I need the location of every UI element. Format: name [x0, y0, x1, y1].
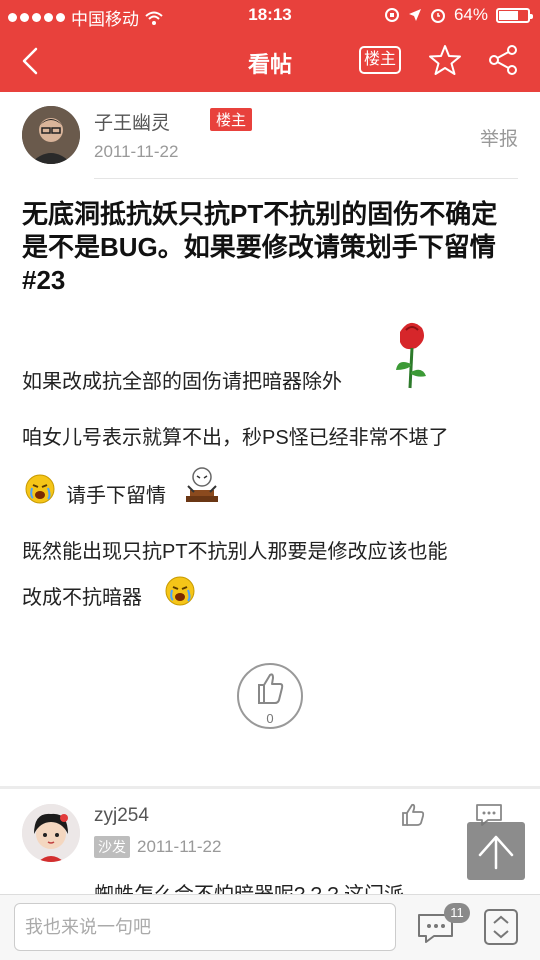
post-line-5: 改成不抗暗器 — [22, 587, 142, 609]
owner-badge: 楼主 — [210, 108, 253, 131]
comment-count-badge: 11 — [444, 903, 470, 923]
like-button[interactable]: 0 — [237, 663, 303, 729]
page-jump-button[interactable] — [484, 909, 518, 945]
post-line-2: 咱女儿号表示就算不出，秒PS怪已经非常不堪了 — [22, 427, 449, 449]
crying-emoticon — [165, 576, 195, 606]
floor-badge: 沙发 — [94, 836, 130, 858]
post-author: 子王幽灵 楼主 2011-11-22 举报 — [22, 106, 518, 178]
battery-icon — [496, 7, 533, 23]
reply-date: 2011-11-22 — [137, 837, 222, 856]
section-separator — [0, 786, 540, 789]
divider — [94, 178, 518, 179]
nav-bar: 看帖 楼主 — [0, 30, 540, 92]
thumbs-up-icon — [258, 673, 284, 704]
reply-avatar[interactable] — [22, 804, 80, 862]
crying-emoticon — [25, 474, 55, 504]
post-line-3: 请手下留情 — [66, 485, 166, 507]
scroll-to-top-button[interactable] — [467, 822, 525, 880]
reply-author-name[interactable]: zyj254 — [94, 805, 149, 827]
status-bar: 中国移动 18:13 64% — [0, 0, 540, 30]
post-line-4: 既然能出现只抗PT不抗别人那要是修改应该也能 — [22, 541, 448, 563]
reply-input[interactable] — [14, 903, 396, 951]
bowing-emoticon — [186, 467, 218, 502]
avatar[interactable] — [22, 106, 80, 164]
arrow-up-icon — [478, 835, 514, 870]
location-icon — [408, 9, 421, 21]
report-link[interactable]: 举报 — [480, 124, 518, 151]
star-icon[interactable] — [428, 43, 462, 77]
post-title: 无底洞抵抗妖只抗PT不抗别的固伤不确定是不是BUG。如果要修改请策划手下留情#2… — [22, 199, 498, 295]
thumbs-up-icon[interactable] — [400, 802, 426, 828]
like-count: 0 — [266, 711, 274, 726]
owner-only-button[interactable]: 楼主 — [359, 46, 401, 74]
share-icon[interactable] — [486, 43, 520, 77]
post-date: 2011-11-22 — [94, 142, 179, 161]
rotation-lock-icon — [384, 8, 399, 22]
battery-percent: 64% — [453, 5, 488, 24]
top-bar: 中国移动 18:13 64% 看帖 楼主 — [0, 0, 540, 92]
alarm-icon — [430, 9, 445, 23]
up-down-chevron-icon — [493, 915, 509, 939]
rose-emoticon — [396, 322, 426, 389]
author-name[interactable]: 子王幽灵 — [94, 108, 170, 135]
post-line-1: 如果改成抗全部的固伤请把暗器除外 — [22, 371, 342, 393]
